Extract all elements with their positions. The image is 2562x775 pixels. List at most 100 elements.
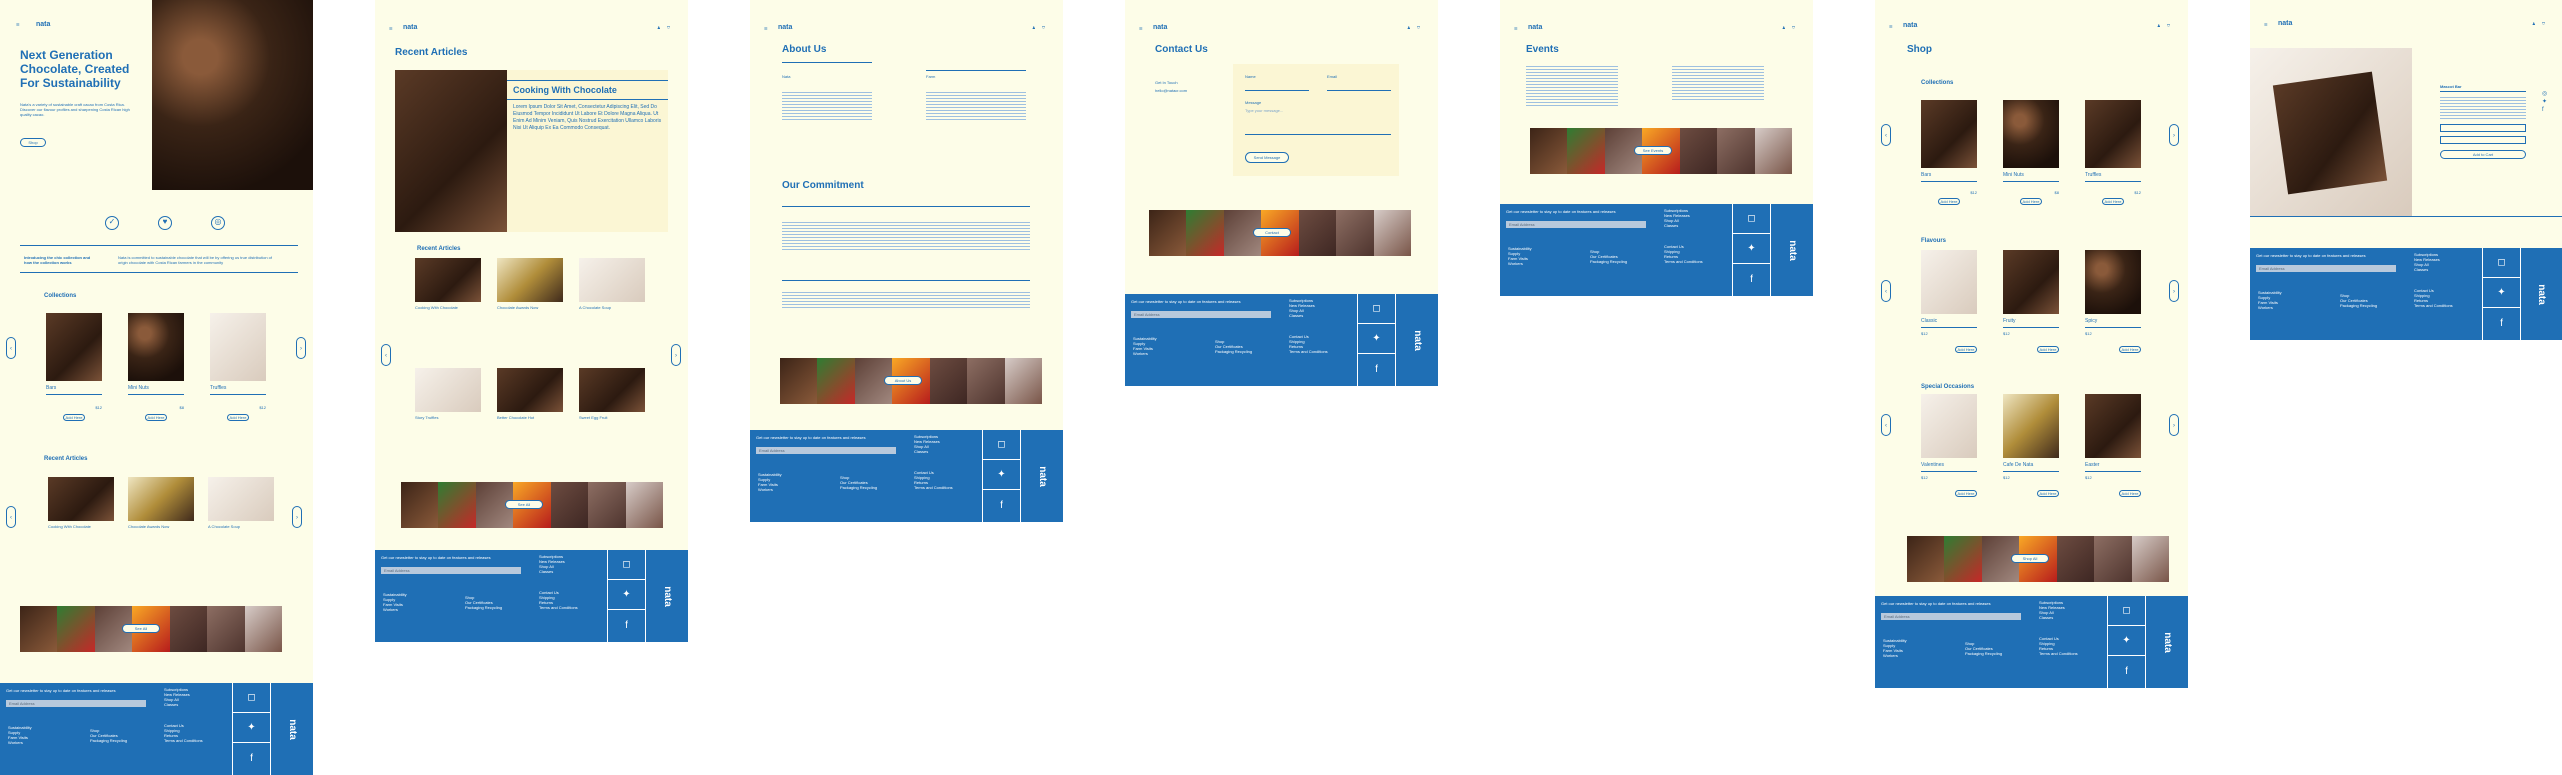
footer-link[interactable]: Workers — [758, 487, 782, 492]
add-button[interactable]: Add Here — [63, 414, 85, 421]
user-icon[interactable]: ♟ — [657, 25, 661, 30]
twitter-icon[interactable]: ✦ — [608, 580, 645, 610]
footer-link[interactable]: Workers — [2258, 305, 2282, 310]
footer-link[interactable]: Classes — [1289, 313, 1315, 318]
add-button[interactable]: Add Here — [2102, 198, 2124, 205]
menu-icon[interactable]: ☰ — [16, 22, 20, 27]
add-button[interactable]: Add Here — [2119, 490, 2141, 497]
footer-link[interactable]: Terms and Conditions — [914, 485, 953, 490]
add-button[interactable]: Add Here — [145, 414, 167, 421]
menu-icon[interactable]: ☰ — [389, 26, 393, 31]
add-button[interactable]: Add Here — [2119, 346, 2141, 353]
newsletter-input[interactable]: Email Address — [1881, 613, 2021, 620]
footer-link[interactable]: Packaging Recycling — [840, 485, 877, 490]
facebook-icon[interactable]: f — [1358, 354, 1395, 385]
product-card[interactable]: Fruity $12 Add Here — [2003, 250, 2059, 353]
add-button[interactable]: Add Here — [1955, 346, 1977, 353]
add-button[interactable]: Add Here — [2037, 490, 2059, 497]
brand-logo[interactable]: nata — [1153, 24, 1167, 31]
footer-link[interactable]: Terms and Conditions — [1664, 259, 1703, 264]
newsletter-input[interactable]: Email Address — [1131, 311, 1271, 318]
footer-link[interactable]: Classes — [914, 449, 940, 454]
message-input[interactable]: Type your message... — [1245, 108, 1283, 113]
product-card[interactable]: Easter $12 Add Here — [2085, 394, 2141, 497]
facebook-icon[interactable]: f — [233, 743, 270, 774]
strip-button[interactable]: See Events — [1634, 146, 1672, 155]
footer-link[interactable]: Workers — [1508, 261, 1532, 266]
footer-link[interactable]: Packaging Recycling — [2340, 303, 2377, 308]
newsletter-input[interactable]: Email Address — [1506, 221, 1646, 228]
brand-logo[interactable]: nata — [36, 21, 50, 28]
article-card[interactable]: Cooking With Chocolate — [48, 477, 114, 529]
collection-card[interactable]: Mini Nuts $8 Add Here — [128, 313, 184, 421]
brand-logo[interactable]: nata — [403, 24, 417, 31]
strip-button[interactable]: See All — [122, 624, 160, 633]
product-card[interactable]: Truffles $12 Add Here — [2085, 100, 2141, 205]
instagram-icon[interactable]: ◻ — [983, 430, 1020, 460]
article-card[interactable]: A Chocolate Soup — [208, 477, 274, 529]
add-button[interactable]: Add Here — [1955, 490, 1977, 497]
brand-logo[interactable]: nata — [2278, 20, 2292, 27]
newsletter-input[interactable]: Email Address — [6, 700, 146, 707]
article-card[interactable]: Cooking With Chocolate — [415, 258, 481, 310]
user-icon[interactable]: ♟ — [2157, 23, 2161, 28]
facebook-icon[interactable]: f — [1733, 264, 1770, 295]
instagram-icon[interactable]: ◻ — [1358, 294, 1395, 324]
twitter-icon[interactable]: ✦ — [2483, 278, 2520, 308]
product-card[interactable]: Mini Nuts $8 Add Here — [2003, 100, 2059, 205]
footer-link[interactable]: Terms and Conditions — [164, 738, 203, 743]
menu-icon[interactable]: ☰ — [1889, 24, 1893, 29]
newsletter-input[interactable]: Email Address — [381, 567, 521, 574]
article-card[interactable]: Sweet Egg Fruit — [579, 368, 645, 420]
next-arrow-icon[interactable]: › — [296, 337, 306, 359]
footer-link[interactable]: Terms and Conditions — [2039, 651, 2078, 656]
product-card[interactable]: Bars $12 Add Here — [1921, 100, 1977, 205]
user-icon[interactable]: ♟ — [2532, 21, 2536, 26]
add-button[interactable]: Add Here — [2020, 198, 2042, 205]
collection-card[interactable]: Bars $12 Add Here — [46, 313, 102, 421]
twitter-icon[interactable]: ✦ — [2542, 98, 2547, 106]
next-arrow-icon[interactable]: › — [2169, 124, 2179, 146]
next-arrow-icon[interactable]: › — [671, 344, 681, 366]
instagram-icon[interactable]: ◻ — [2108, 596, 2145, 626]
product-card[interactable]: Classic $12 Add Here — [1921, 250, 1977, 353]
footer-link[interactable]: Workers — [1883, 653, 1907, 658]
add-button[interactable]: Add Here — [227, 414, 249, 421]
footer-link[interactable]: Classes — [2039, 615, 2065, 620]
article-card[interactable]: Chocolate Awards Now — [128, 477, 194, 529]
add-button[interactable]: Add Here — [2037, 346, 2059, 353]
instagram-icon[interactable]: ◻ — [608, 550, 645, 580]
footer-link[interactable]: Workers — [1133, 351, 1157, 356]
cart-icon[interactable]: ⛉ — [1417, 25, 1420, 30]
article-card[interactable]: Chocolate Awards Now — [497, 258, 563, 310]
brand-logo[interactable]: nata — [778, 24, 792, 31]
cart-icon[interactable]: ⛉ — [2167, 23, 2170, 28]
cart-icon[interactable]: ⛉ — [1042, 25, 1045, 30]
footer-link[interactable]: Classes — [539, 569, 565, 574]
article-card[interactable]: Story Truffles — [415, 368, 481, 420]
cart-icon[interactable]: ⛉ — [2542, 21, 2545, 26]
menu-icon[interactable]: ☰ — [764, 26, 768, 31]
collection-card[interactable]: Truffles $12 Add Here — [210, 313, 266, 421]
share-icon[interactable]: ◎ — [2542, 90, 2547, 98]
menu-icon[interactable]: ☰ — [1139, 26, 1143, 31]
footer-link[interactable]: Packaging Recycling — [90, 738, 127, 743]
instagram-icon[interactable]: ◻ — [233, 683, 270, 713]
facebook-icon[interactable]: f — [2483, 308, 2520, 339]
newsletter-input[interactable]: Email Address — [756, 447, 896, 454]
footer-link[interactable]: Workers — [383, 607, 407, 612]
prev-arrow-icon[interactable]: ‹ — [1881, 414, 1891, 436]
twitter-icon[interactable]: ✦ — [1358, 324, 1395, 354]
footer-link[interactable]: Classes — [2414, 267, 2440, 272]
send-button[interactable]: Send Message — [1245, 152, 1289, 163]
footer-link[interactable]: Workers — [8, 740, 32, 745]
hero-shop-button[interactable]: Shop — [20, 138, 46, 147]
footer-link[interactable]: Terms and Conditions — [539, 605, 578, 610]
cart-icon[interactable]: ⛉ — [1792, 25, 1795, 30]
menu-icon[interactable]: ☰ — [1514, 26, 1518, 31]
prev-arrow-icon[interactable]: ‹ — [6, 506, 16, 528]
facebook-icon[interactable]: f — [983, 490, 1020, 521]
strip-button[interactable]: Shop All — [2011, 554, 2049, 563]
newsletter-input[interactable]: Email Address — [2256, 265, 2396, 272]
prev-arrow-icon[interactable]: ‹ — [6, 337, 16, 359]
